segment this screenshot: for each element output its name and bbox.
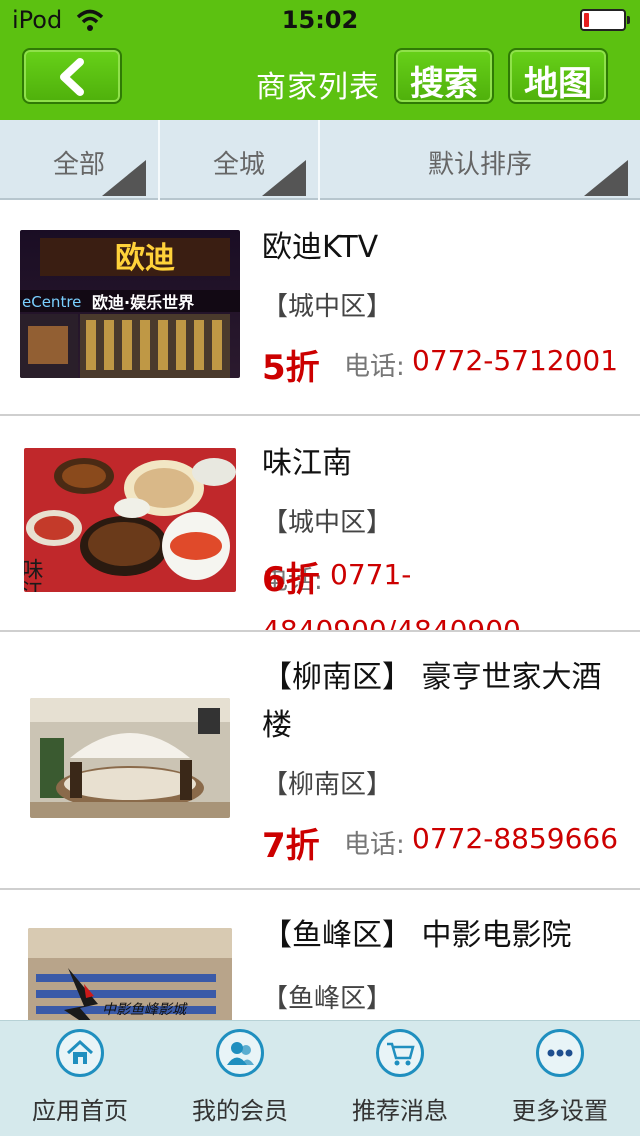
status-bar: iPod 15:02 — [0, 0, 640, 40]
discount-badge: 7折 — [262, 826, 320, 866]
filter-category[interactable]: 全部 — [0, 120, 160, 200]
merchant-photo: 味江南 — [24, 448, 236, 592]
map-button-label: 地图 — [524, 64, 592, 104]
svg-text:eCentre: eCentre — [22, 293, 81, 311]
search-button[interactable]: 搜索 — [394, 48, 494, 104]
phone-number-overflow: 4840900/4840900 — [262, 614, 521, 632]
merchant-district: 【柳南区】 — [262, 770, 393, 800]
tab-more[interactable]: 更多设置 — [480, 1021, 640, 1136]
dropdown-corner-icon — [102, 160, 146, 196]
merchant-name: 【柳南区】 豪亨世家大酒楼 — [262, 660, 602, 743]
navigation-bar: iPod 15:02 商家列表 搜索 地图 — [0, 0, 640, 120]
merchant-name: 味江南 — [262, 446, 352, 481]
svg-text:味江南: 味江南 — [24, 558, 44, 592]
members-icon — [216, 1029, 264, 1077]
dropdown-corner-icon — [584, 160, 628, 196]
filter-bar: 全部 全城 默认排序 — [0, 120, 640, 200]
status-time: 15:02 — [281, 6, 359, 34]
phone-label: 电话: — [344, 352, 405, 382]
tab-members[interactable]: 我的会员 — [160, 1021, 320, 1136]
tab-messages-label: 推荐消息 — [352, 1097, 448, 1125]
merchant-name: 【鱼峰区】 中影电影院 — [262, 918, 572, 953]
merchant-list: 欧迪 eCentre 欧迪·娱乐世界 欧迪KTV 【城中区】 5折 电话: 07… — [0, 200, 640, 1020]
map-button[interactable]: 地图 — [508, 48, 608, 104]
merchant-photo — [30, 698, 230, 818]
dropdown-corner-icon — [262, 160, 306, 196]
merchant-photo: 中影鱼峰影城 — [28, 928, 232, 1020]
tab-more-label: 更多设置 — [512, 1097, 608, 1125]
back-button[interactable] — [22, 48, 122, 104]
merchant-district: 【鱼峰区】 — [262, 984, 393, 1014]
merchant-district: 【城中区】 — [262, 508, 393, 538]
search-button-label: 搜索 — [410, 64, 478, 104]
tab-home-label: 应用首页 — [32, 1097, 128, 1125]
phone-number[interactable]: 0772-5712001 — [412, 344, 618, 377]
filter-area[interactable]: 全城 — [160, 120, 320, 200]
tab-bar: 应用首页 我的会员 推荐消息 更多设置 — [0, 1020, 640, 1136]
discount-badge: 5折 — [262, 348, 320, 388]
page-title: 商家列表 — [256, 70, 380, 105]
list-item[interactable]: 中影鱼峰影城 【鱼峰区】 中影电影院 【鱼峰区】 — [0, 890, 640, 1020]
list-item[interactable]: 【柳南区】 豪亨世家大酒楼 【柳南区】 7折 电话: 0772-8859666 — [0, 632, 640, 890]
list-item[interactable]: 味江南 味江南 【城中区】 电话: 0771- 4840900/4840900 … — [0, 416, 640, 632]
merchant-name: 欧迪KTV — [262, 230, 379, 265]
cart-icon — [376, 1029, 424, 1077]
merchant-district: 【城中区】 — [262, 292, 393, 322]
svg-text:欧迪·娱乐世界: 欧迪·娱乐世界 — [92, 293, 194, 312]
svg-text:欧迪: 欧迪 — [115, 241, 175, 276]
filter-sort[interactable]: 默认排序 — [320, 120, 640, 200]
tab-home[interactable]: 应用首页 — [0, 1021, 160, 1136]
phone-label: 电话: — [344, 830, 405, 860]
merchant-photo: 欧迪 eCentre 欧迪·娱乐世界 — [20, 230, 240, 378]
battery-icon — [580, 9, 630, 31]
tab-messages[interactable]: 推荐消息 — [320, 1021, 480, 1136]
phone-number[interactable]: 0771- — [330, 558, 411, 591]
discount-badge: 6折 — [262, 560, 320, 600]
home-icon — [56, 1029, 104, 1077]
svg-text:中影鱼峰影城: 中影鱼峰影城 — [102, 1002, 188, 1018]
list-item[interactable]: 欧迪 eCentre 欧迪·娱乐世界 欧迪KTV 【城中区】 5折 电话: 07… — [0, 200, 640, 416]
more-icon — [536, 1029, 584, 1077]
phone-number[interactable]: 0772-8859666 — [412, 822, 618, 855]
back-arrow-icon — [60, 58, 84, 96]
tab-members-label: 我的会员 — [192, 1097, 288, 1125]
